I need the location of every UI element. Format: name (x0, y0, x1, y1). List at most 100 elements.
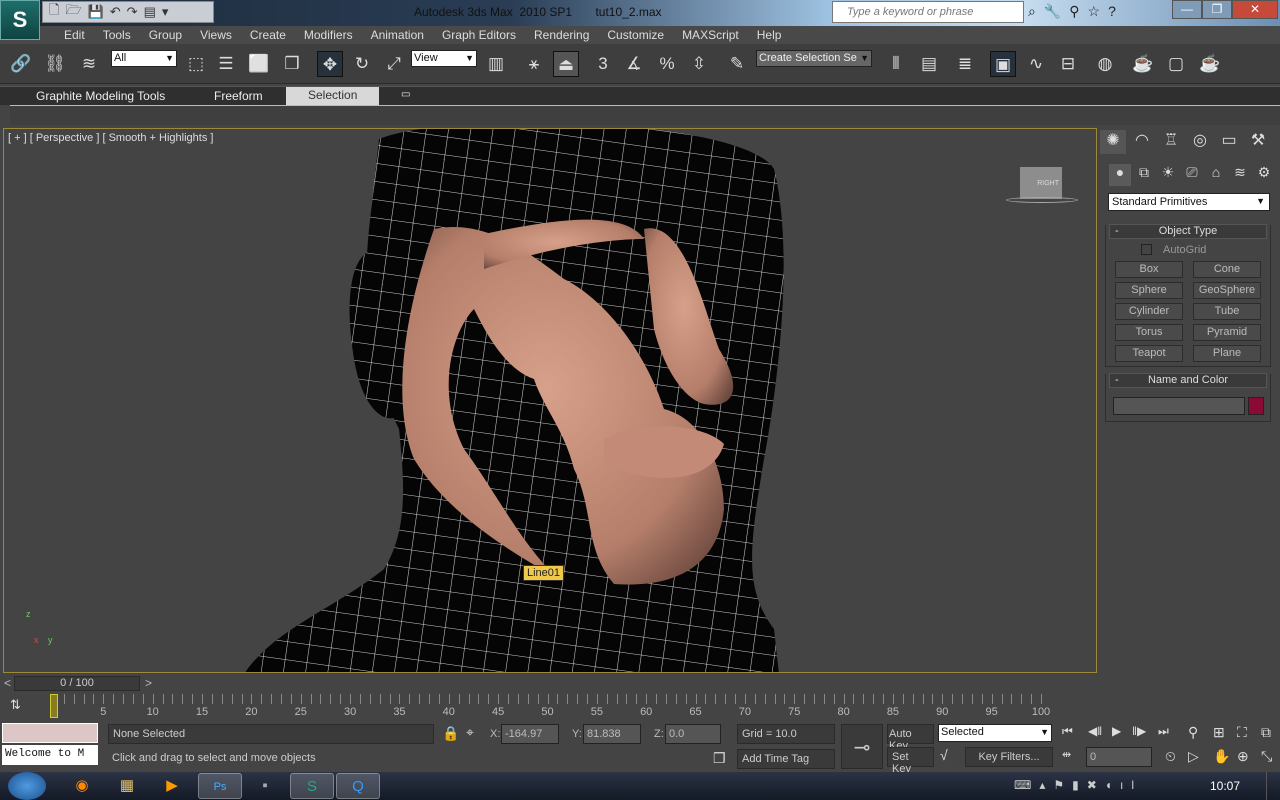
select-and-scale-icon[interactable]: ⤢ (381, 51, 407, 77)
menu-edit[interactable]: Edit (55, 26, 94, 44)
menu-modifiers[interactable]: Modifiers (295, 26, 362, 44)
graphite-toggle-icon[interactable]: ▣ (990, 51, 1016, 77)
satellite-icon[interactable]: ⚲ (1069, 3, 1079, 20)
app-icon[interactable]: ▪ (243, 773, 287, 799)
prev-frame-arrow[interactable]: < (4, 676, 11, 690)
clock[interactable]: 10:07 (1210, 779, 1240, 793)
align-icon[interactable]: ▤ (916, 51, 942, 77)
render-production-icon[interactable]: ☕ (1197, 51, 1223, 77)
menu-maxscript[interactable]: MAXScript (673, 26, 748, 44)
pyramid-button[interactable]: Pyramid (1193, 324, 1261, 341)
next-frame-icon[interactable]: ‖▶ (1132, 724, 1146, 738)
cylinder-button[interactable]: Cylinder (1115, 303, 1183, 320)
y-coordinate-input[interactable]: 81.838 (583, 724, 641, 744)
redo-icon[interactable]: ↷ (127, 4, 138, 20)
angle-snap-icon[interactable]: ∡ (621, 51, 647, 77)
menu-rendering[interactable]: Rendering (525, 26, 598, 44)
search-input[interactable]: Type a keyword or phrase (832, 1, 1024, 23)
rendered-frame-window-icon[interactable]: ▢ (1163, 51, 1189, 77)
systems-icon[interactable]: ⚙ (1253, 164, 1275, 186)
space-warps-icon[interactable]: ≋ (1229, 164, 1251, 186)
pan-view-icon[interactable]: ✋ (1213, 748, 1230, 765)
geosphere-button[interactable]: GeoSphere (1193, 282, 1261, 299)
tab-graphite-modeling-tools[interactable]: Graphite Modeling Tools (36, 89, 165, 103)
star-icon[interactable]: ☆ (1088, 3, 1101, 20)
display-tab-icon[interactable]: ▭ (1216, 130, 1242, 154)
show-desktop-button[interactable] (1266, 772, 1280, 800)
system-tray-icons[interactable]: ⌨▴⚑▮✖◖ıl (1014, 778, 1142, 792)
undo-icon[interactable]: ↶ (110, 4, 121, 20)
snaps-toggle-icon[interactable]: 3 (590, 51, 616, 77)
help-icon[interactable]: ? (1108, 3, 1116, 20)
object-name-input[interactable] (1113, 397, 1245, 415)
cameras-icon[interactable]: ⎚ (1181, 164, 1203, 186)
set-keys-key-icon[interactable]: ⊸ (841, 724, 883, 769)
utilities-tab-icon[interactable]: ⚒ (1245, 130, 1271, 154)
time-slider-track[interactable]: < > (0, 675, 1100, 692)
selection-lock-icon[interactable]: 🔒 (442, 725, 459, 742)
viewcube-compass-ring[interactable] (1006, 197, 1078, 203)
ribbon-options-icon[interactable]: ▭ (401, 89, 410, 100)
window-crossing-icon[interactable]: ❒ (279, 51, 305, 77)
project-folder-icon[interactable]: ▤ (144, 4, 156, 20)
binoculars-icon[interactable]: ⌕ (1028, 3, 1036, 20)
schematic-view-icon[interactable]: ⊟ (1055, 51, 1081, 77)
quicktime-icon[interactable]: Q (336, 773, 380, 799)
previous-frame-icon[interactable]: ◀‖ (1088, 724, 1102, 738)
z-coordinate-input[interactable]: 0.0 (665, 724, 721, 744)
key-filters-button[interactable]: Key Filters... (965, 747, 1053, 767)
time-slider-thumb[interactable]: 0 / 100 (14, 676, 140, 691)
autogrid-checkbox[interactable] (1141, 244, 1152, 255)
menu-animation[interactable]: Animation (362, 26, 433, 44)
minimize-button[interactable]: — (1172, 0, 1202, 19)
teapot-button[interactable]: Teapot (1115, 345, 1183, 362)
customize-qat-icon[interactable]: ▾ (162, 4, 169, 20)
name-and-color-rollout-header[interactable]: Name and Color (1109, 373, 1267, 388)
mirror-icon[interactable]: ⫴ (883, 51, 909, 77)
timeline-track[interactable]: 0510152025303540455055606570758085909510… (48, 694, 1100, 720)
cone-button[interactable]: Cone (1193, 261, 1261, 278)
orbit-icon[interactable]: ⊕ (1237, 748, 1249, 765)
perspective-viewport[interactable]: [ + ] [ Perspective ] [ Smooth + Highlig… (3, 128, 1097, 673)
menu-help[interactable]: Help (748, 26, 791, 44)
hierarchy-tab-icon[interactable]: ♖ (1158, 130, 1184, 154)
default-in-out-tangent-icon[interactable]: √ (940, 747, 948, 763)
menu-tools[interactable]: Tools (94, 26, 140, 44)
current-frame-input[interactable]: 0 (1086, 747, 1152, 767)
firefox-icon[interactable]: ◉ (60, 773, 104, 799)
menu-graph-editors[interactable]: Graph Editors (433, 26, 525, 44)
manipulate-icon[interactable]: ⚹ (521, 51, 547, 77)
pivot-center-icon[interactable]: ▥ (483, 51, 509, 77)
maxscript-listener-mini[interactable] (2, 723, 98, 743)
tube-button[interactable]: Tube (1193, 303, 1261, 320)
select-and-move-icon[interactable]: ✥ (317, 51, 343, 77)
keyboard-shortcut-override-icon[interactable]: ⏏ (553, 51, 579, 77)
select-object-icon[interactable]: ⬚ (183, 51, 209, 77)
select-by-name-icon[interactable]: ☰ (213, 51, 239, 77)
reference-coordinate-dropdown[interactable]: View (411, 50, 477, 67)
viewcube[interactable]: RIGHT (1020, 167, 1062, 199)
key-icon[interactable]: 🔧 (1044, 3, 1061, 20)
named-selection-dropdown[interactable]: Create Selection Se (756, 50, 872, 67)
menu-views[interactable]: Views (191, 26, 241, 44)
zoom-all-icon[interactable]: ⊞ (1213, 724, 1225, 741)
maximize-button[interactable]: ❐ (1202, 0, 1232, 19)
motion-tab-icon[interactable]: ◎ (1187, 130, 1213, 154)
object-type-rollout-header[interactable]: Object Type (1109, 224, 1267, 239)
percent-snap-icon[interactable]: % (654, 51, 680, 77)
key-mode-dropdown[interactable]: Selected (938, 724, 1052, 742)
zoom-icon[interactable]: ⚲ (1188, 724, 1198, 741)
media-player-icon[interactable]: ▶ (150, 773, 194, 799)
object-color-swatch[interactable] (1248, 397, 1264, 415)
material-editor-icon[interactable]: ◍ (1092, 51, 1118, 77)
selection-filter-dropdown[interactable]: All (111, 50, 177, 67)
time-tag-icon[interactable]: ❒ (713, 750, 726, 767)
create-tab-icon[interactable]: ✺ (1100, 130, 1126, 154)
photoshop-icon[interactable]: Ps (198, 773, 242, 799)
plane-button[interactable]: Plane (1193, 345, 1261, 362)
modify-tab-icon[interactable]: ◠ (1129, 130, 1155, 154)
current-frame-marker[interactable] (50, 694, 58, 718)
box-button[interactable]: Box (1115, 261, 1183, 278)
3dsmax-taskbar-icon[interactable]: S (290, 773, 334, 799)
explorer-icon[interactable]: ▦ (105, 773, 149, 799)
